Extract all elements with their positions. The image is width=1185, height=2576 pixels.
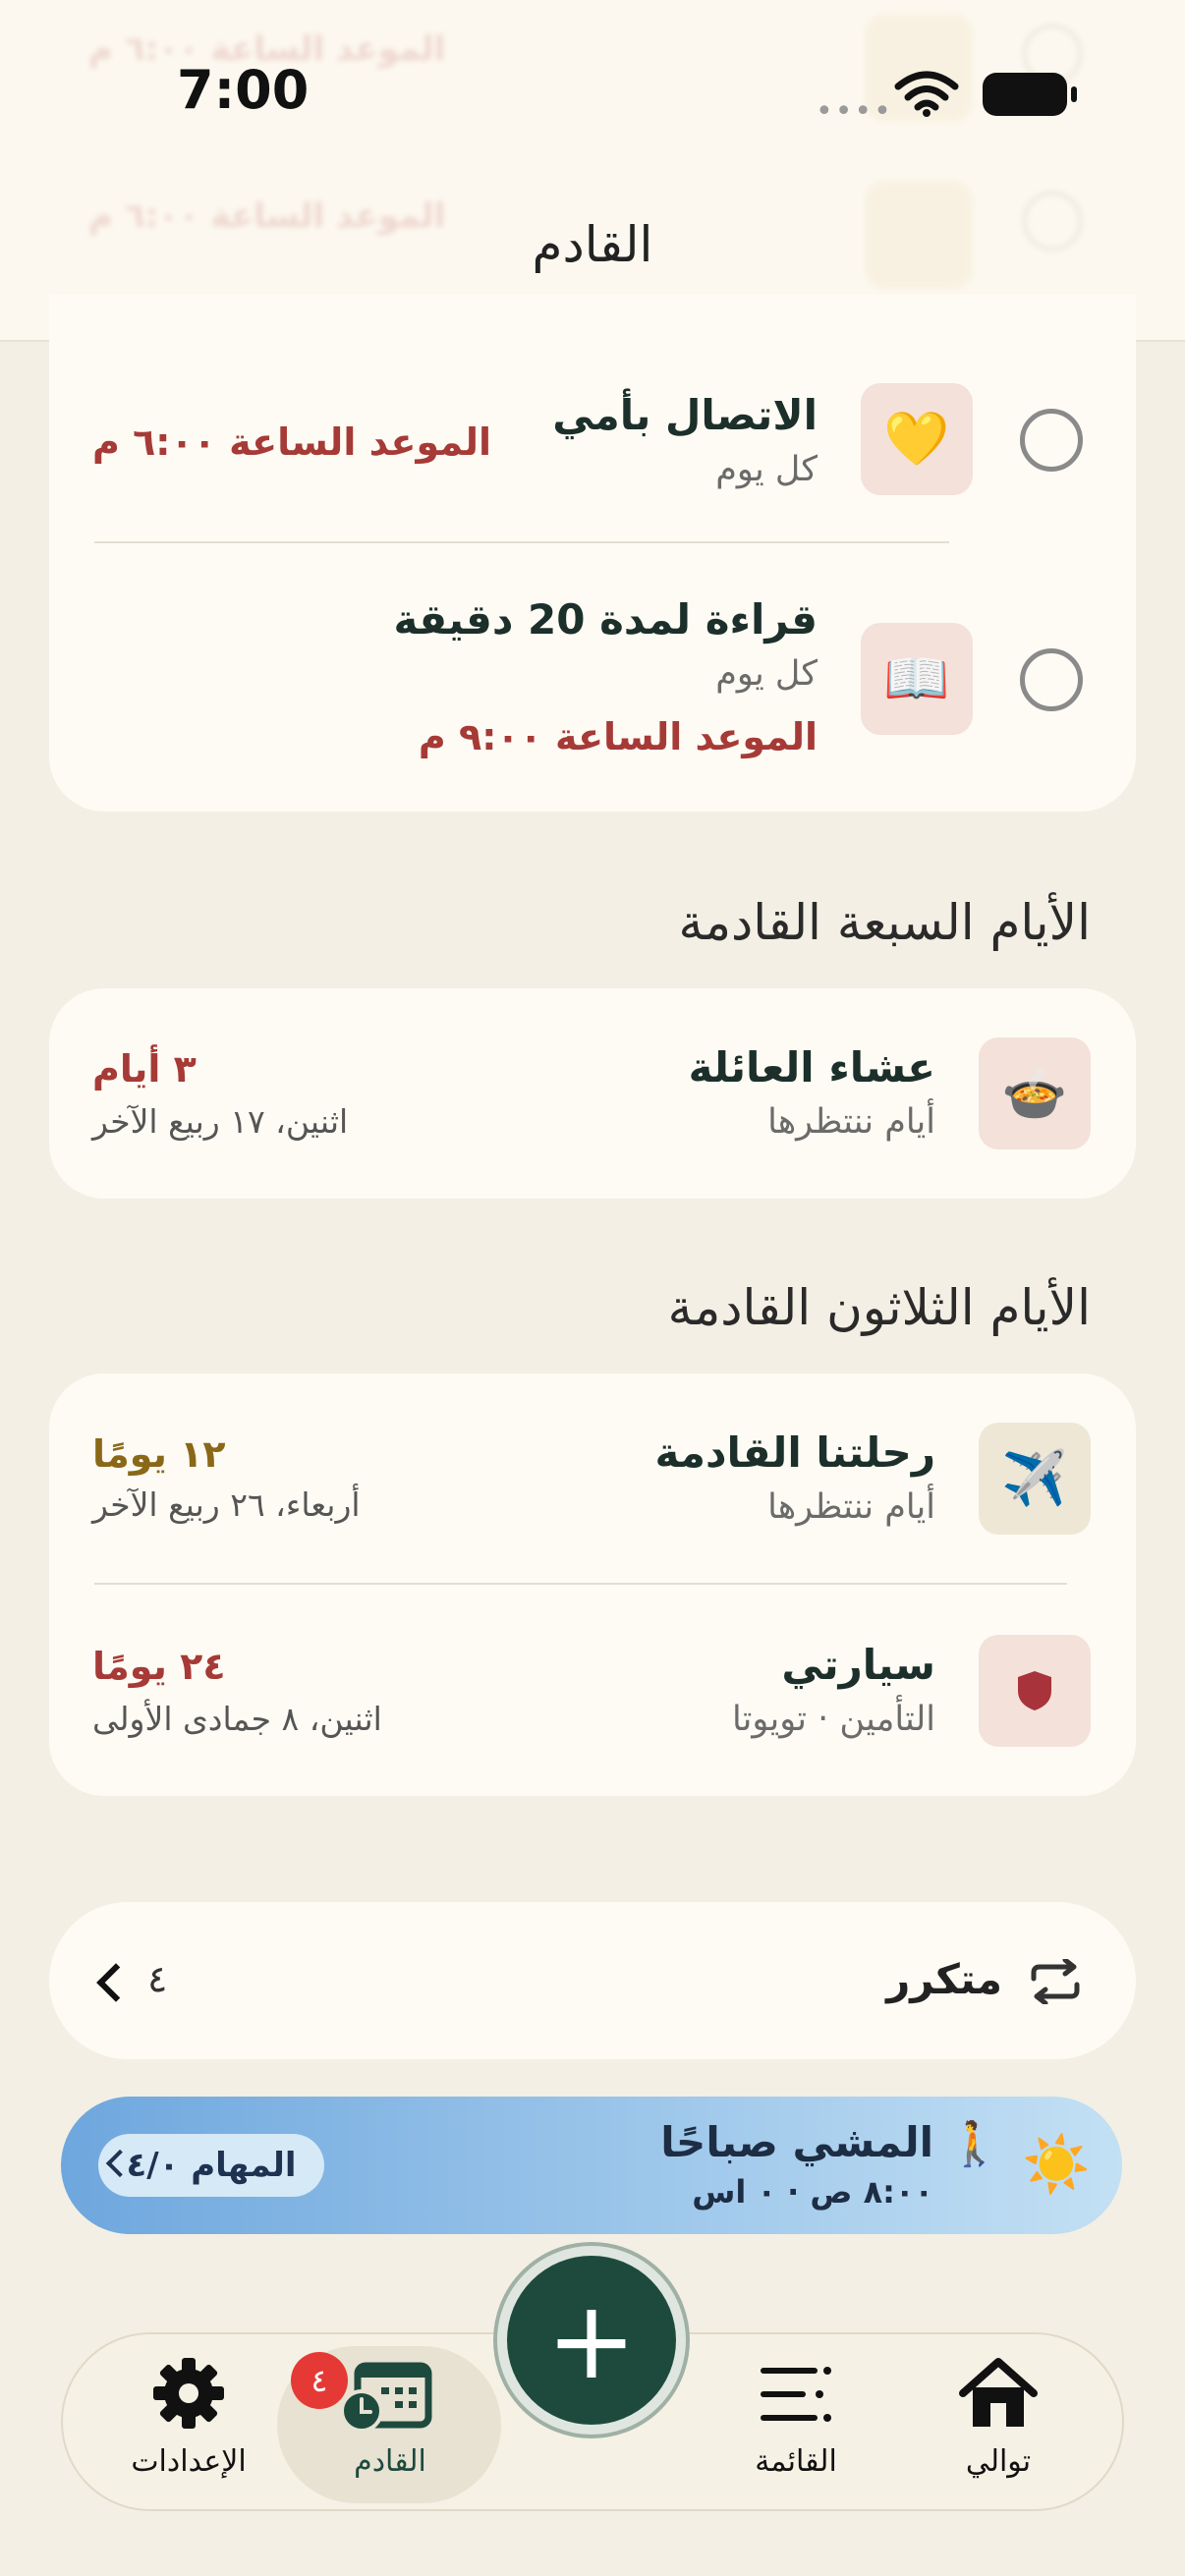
yellow-heart-icon: 💛: [861, 383, 973, 495]
shield-icon: [979, 1635, 1091, 1747]
event-countdown: ١٢ يومًا: [92, 1432, 226, 1476]
task-title[interactable]: قراءة لمدة 20 دقيقة: [393, 595, 818, 644]
event-subtitle: التأمين · تويوتا: [732, 1700, 935, 1739]
event-title[interactable]: عشاء العائلة: [689, 1043, 935, 1092]
cellular-signal-icon: ••••: [816, 94, 893, 129]
tab-label: توالي: [965, 2444, 1032, 2479]
upcoming-card: [49, 988, 1136, 1199]
list-icon: [761, 2367, 831, 2422]
sun-icon: ☀️: [1022, 2133, 1091, 2197]
repeat-icon: [1031, 1959, 1080, 2004]
wifi-icon: [894, 71, 959, 117]
tab-label: القادم: [354, 2444, 426, 2479]
notification-badge: ٤: [291, 2352, 348, 2409]
shield-icon: [1018, 1671, 1051, 1710]
task-due: الموعد الساعة ٦:٠٠ م: [92, 420, 492, 464]
open-book-icon: 📖: [861, 623, 973, 735]
divider: [94, 1583, 1067, 1585]
airplane-icon: ✈️: [979, 1423, 1091, 1535]
section-title: الأيام السبعة القادمة: [678, 894, 1091, 951]
event-countdown: ٢٤ يومًا: [92, 1645, 226, 1688]
event-subtitle: أيام ننتظرها: [767, 1487, 935, 1527]
tab-label: الإعدادات: [131, 2444, 247, 2479]
home-icon: [959, 2358, 1038, 2427]
walking-person-icon: 🚶: [947, 2119, 1001, 2169]
event-date: اثنين، ١٧ ربيع الآخر: [92, 1102, 349, 1141]
plus-icon: +: [545, 2277, 638, 2403]
banner-time: ٨:٠٠ ص · ٠ اس: [692, 2173, 933, 2211]
gear-icon: [153, 2358, 224, 2429]
tab-home[interactable]: توالي: [941, 2354, 1055, 2482]
tab-label: القائمة: [755, 2444, 837, 2479]
recurring-label: متكرر: [886, 1955, 1002, 2003]
task-subtitle: كل يوم: [715, 450, 818, 489]
soup-bowl-icon: 🍲: [979, 1037, 1091, 1149]
event-subtitle: أيام ننتظرها: [767, 1102, 935, 1142]
status-time: 7:00: [177, 59, 310, 121]
page-title: القادم: [532, 216, 653, 273]
task-subtitle: كل يوم: [715, 654, 818, 694]
complete-radio-button[interactable]: [1020, 648, 1083, 711]
event-countdown: ٣ أيام: [92, 1047, 197, 1091]
event-title[interactable]: سيارتي: [781, 1641, 935, 1689]
tab-list[interactable]: القائمة: [737, 2354, 855, 2482]
event-date: أربعاء، ٢٦ ربيع الآخر: [92, 1485, 361, 1524]
complete-radio-button[interactable]: [1020, 409, 1083, 472]
battery-icon: [983, 73, 1077, 116]
add-button[interactable]: +: [507, 2256, 676, 2425]
banner-title: المشي صباحًا: [660, 2118, 933, 2166]
task-title[interactable]: الاتصال بأمي: [552, 391, 818, 439]
event-date: اثنين، ٨ جمادى الأولى: [92, 1700, 382, 1738]
divider: [94, 541, 949, 543]
tasks-pill[interactable]: المهام ٤/٠: [98, 2134, 324, 2197]
task-due: الموعد الساعة ٩:٠٠ م: [418, 715, 818, 758]
recurring-count: ٤: [147, 1957, 168, 2000]
event-title[interactable]: رحلتنا القادمة: [655, 1428, 935, 1477]
calendar-clock-icon: [340, 2362, 432, 2433]
top-bar: الموعد الساعة ٦:٠٠ م الموعد الساعة ٦:٠٠ …: [0, 0, 1185, 342]
section-title: الأيام الثلاثون القادمة: [667, 1279, 1091, 1336]
tab-settings[interactable]: الإعدادات: [120, 2354, 257, 2482]
